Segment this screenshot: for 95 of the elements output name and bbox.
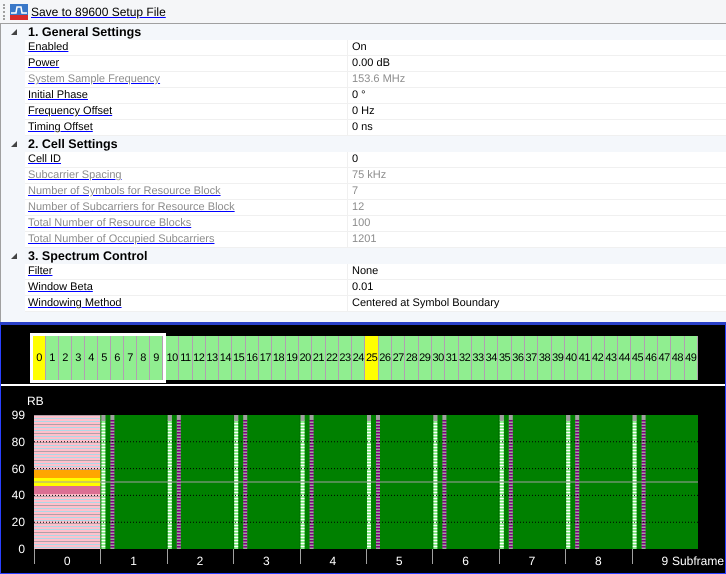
axis-tick-label: 8 [594,554,603,568]
property-label[interactable]: Window Beta [28,279,93,296]
slot-cell[interactable]: 42 [592,336,605,380]
slot-cell[interactable]: 15 [232,336,246,380]
property-value[interactable]: 0.00 dB [352,55,390,72]
slot-cell[interactable]: 29 [418,336,432,380]
property-label[interactable]: Enabled [28,39,68,56]
slot-cell[interactable]: 23 [338,336,352,380]
slot-cell[interactable]: 7 [124,336,137,380]
group-title: 1. General Settings [28,24,142,41]
axis-tick-label: 60 [12,462,26,475]
property-value[interactable]: 0.01 [352,279,374,296]
axis-tick-label: 5 [394,554,404,568]
save-link[interactable]: Save to 89600 Setup File [31,2,166,20]
property-value[interactable]: On [352,39,367,56]
axis-tick-label: 80 [12,436,26,448]
slot-cell[interactable]: 41 [578,336,592,380]
slot-cell[interactable]: 20 [298,336,312,380]
group-title: 3. Spectrum Control [28,248,148,265]
property-label[interactable]: Windowing Method [28,295,122,312]
axis-tick-label: 0 [18,543,26,555]
slot-cell[interactable]: 44 [618,336,632,380]
axis-tick-label: 1 [129,554,138,568]
property-value[interactable]: 0 Hz [352,103,375,120]
slot-cell[interactable]: 46 [644,336,658,380]
slot-cell[interactable]: 5 [98,336,111,380]
slot-cell[interactable]: 27 [392,336,406,380]
slot-cell[interactable]: 26 [378,336,392,380]
app-logo-icon [10,4,28,20]
slot-cell[interactable]: 35 [498,336,512,380]
slot-cell[interactable]: 4 [85,336,98,380]
property-label[interactable]: Frequency Offset [28,103,112,120]
slot-cell[interactable]: 38 [538,336,552,380]
slot-cell[interactable]: 9 [150,336,163,380]
property-label[interactable]: Filter [28,263,52,280]
slot-cell[interactable]: 37 [525,336,538,380]
slot-cell[interactable]: 47 [658,336,672,380]
slot-cell[interactable]: 0 [33,336,46,380]
axis-tick-label: 3 [262,554,271,568]
slot-cell[interactable]: 11 [179,336,193,380]
slot-cell[interactable]: 3 [72,336,85,380]
expanded-triangle-icon[interactable] [11,253,17,259]
slot-cell[interactable]: 25 [365,336,379,380]
slot-cell[interactable]: 43 [604,336,618,380]
slot-cell[interactable]: 17 [259,336,272,380]
slot-cell[interactable]: 28 [405,336,419,380]
axis-tick-label: 4 [328,554,338,568]
axis-tick-label: 9 [660,554,670,568]
slot-cell[interactable]: 49 [684,336,698,380]
slot-cell[interactable]: 18 [272,336,286,380]
property-value[interactable]: 0 ns [352,119,373,136]
axis-tick-label: 2 [196,554,204,568]
property-label[interactable]: Initial Phase [28,87,88,104]
slot-cell[interactable]: 19 [286,336,299,380]
axis-tick-label: 99 [12,409,26,421]
axis-tick-label: 7 [528,554,536,568]
slot-cell[interactable]: 39 [552,336,565,380]
property-label[interactable]: Power [28,55,60,72]
slot-cell[interactable]: 40 [564,336,578,380]
slot-cell[interactable]: 30 [432,336,446,380]
slot-cell[interactable]: 31 [445,336,459,380]
axis-tick-label: 6 [461,554,470,568]
slot-cell[interactable]: 16 [246,336,260,380]
expanded-triangle-icon[interactable] [11,141,17,147]
property-value[interactable]: 0 ° [352,87,366,104]
slot-cell[interactable]: 45 [631,336,645,380]
slot-cell[interactable]: 13 [206,336,220,380]
slot-cell[interactable]: 1 [46,336,59,380]
group-title: 2. Cell Settings [28,136,118,153]
slot-cell[interactable]: 8 [137,336,150,380]
slot-cell[interactable]: 21 [312,336,326,380]
slot-cell[interactable]: 33 [472,336,486,380]
property-label[interactable]: Cell ID [28,151,62,168]
slot-cell[interactable]: 48 [671,336,685,380]
slot-cell[interactable]: 32 [458,336,472,380]
axis-tick-label: 40 [12,489,26,502]
property-value[interactable]: None [352,263,378,280]
slot-cell[interactable]: 14 [219,336,232,380]
slot-cell[interactable]: 34 [485,336,498,380]
expanded-triangle-icon[interactable] [11,29,17,35]
axis-title: Subframe [672,554,724,568]
slot-cell[interactable]: 2 [59,336,72,380]
slot-cell[interactable]: 22 [326,336,339,380]
axis-title: RB [27,393,44,410]
property-label[interactable]: Timing Offset [28,119,93,136]
slot-cell[interactable]: 6 [111,336,124,380]
frame-selection-box[interactable] [30,333,166,383]
property-value[interactable]: Centered at Symbol Boundary [352,295,500,312]
slot-cell[interactable]: 24 [352,336,366,380]
slot-cell[interactable]: 10 [166,336,180,380]
axis-tick-label: 0 [62,554,72,568]
property-value[interactable]: 0 [352,151,358,168]
axis-tick-label: 20 [12,516,26,528]
slot-cell[interactable]: 12 [192,336,206,380]
slot-cell[interactable]: 36 [512,336,526,380]
